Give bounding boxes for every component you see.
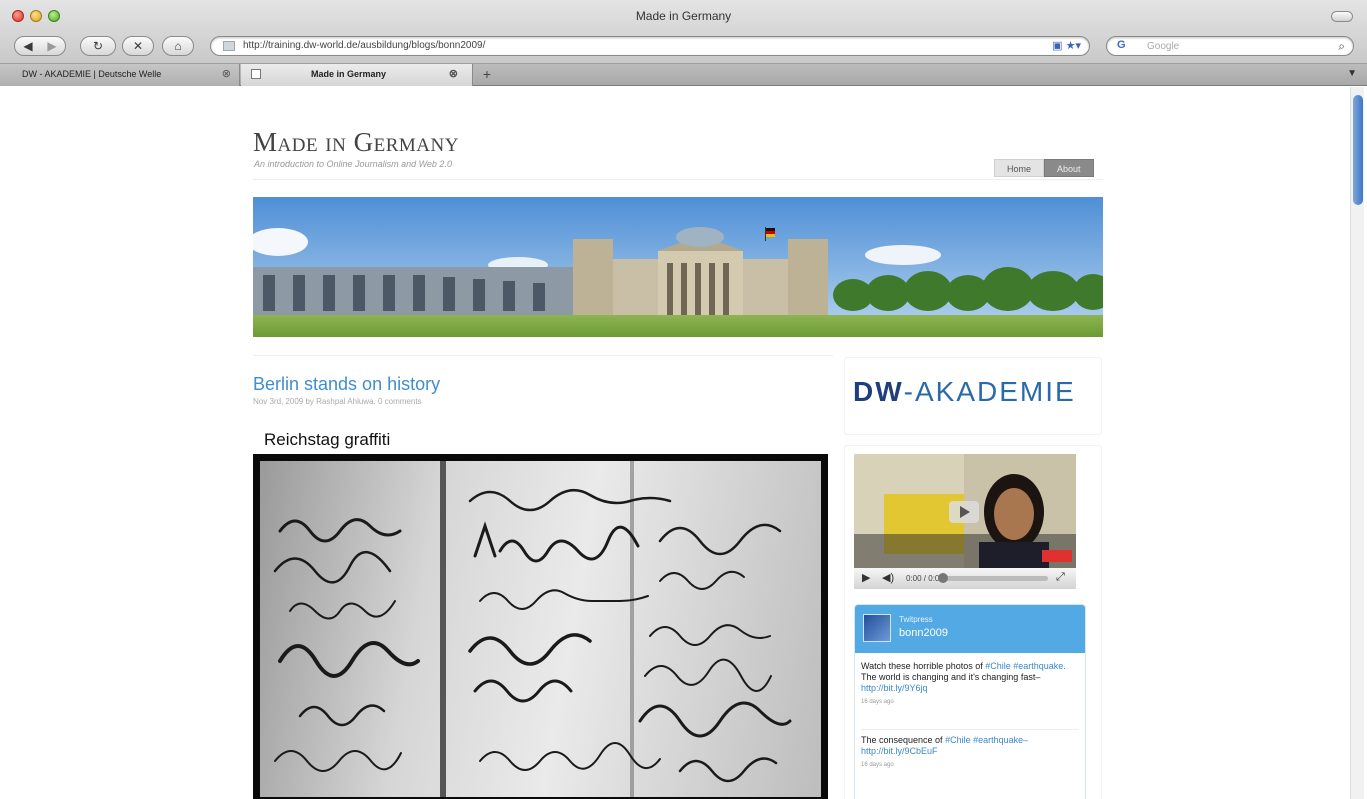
graffiti-photo [260,461,821,797]
tab-dw-akademie[interactable]: DW - AKADEMIE | Deutsche Welle ⊗ [0,64,240,86]
search-field[interactable]: G Google ⌕ [1106,36,1354,56]
play-icon[interactable]: ▶ [862,571,870,584]
dw-logo-part2: -AKADEMIE [903,376,1076,407]
twitter-name: Twitpress [899,615,933,624]
home-button[interactable]: ⌂ [162,36,194,56]
header-divider [253,179,1103,180]
url-text[interactable]: http://training.dw-world.de/ausbildung/b… [243,40,485,51]
tweet-hashtag-link[interactable]: #Chile #earthquake– [945,735,1028,745]
video-controls: ▶ ◀) 0:00 / 0:00 ⤢ [854,568,1076,589]
volume-icon[interactable]: ◀) [882,571,894,584]
tweet-text: Watch these horrible photos of [861,661,986,671]
tab-favicon-icon [251,69,261,79]
window-titlebar: Made in Germany ◀ ▶ ↻ ✕ ⌂ http://training… [0,0,1367,64]
tab-made-in-germany[interactable]: Made in Germany ⊗ [241,64,473,86]
post-content: Berlin stands on history Nov 3rd, 2009 b… [253,355,833,799]
video-seek-handle[interactable] [938,573,948,583]
image-caption: Reichstag graffiti [264,430,391,449]
dw-akademie-logo[interactable]: DW-AKADEMIE [853,376,1076,408]
twitter-header: Twitpress bonn2009 [855,605,1085,653]
tweet-text: The consequence of [861,735,946,745]
post-meta: Nov 3rd, 2009 by Rashpal Ahluwa. 0 comme… [253,397,422,406]
tweet-divider [861,729,1079,730]
post-title-link[interactable]: Berlin stands on history [253,374,440,395]
tab-close-icon[interactable]: ⊗ [222,64,231,85]
new-tab-button[interactable]: + [476,64,498,86]
site-tagline: An introduction to Online Journalism and… [254,159,452,169]
forward-button[interactable]: ▶ [40,37,64,55]
nav-about[interactable]: About [1044,159,1094,177]
tweet-url-link[interactable]: http://bit.ly/9CbEuF [861,746,938,756]
nav-home[interactable]: Home [994,159,1045,177]
graffiti-scribbles [273,461,792,797]
site-favicon-icon [223,41,235,51]
sidebar-logo-box: DW-AKADEMIE [844,357,1102,435]
reichstag-graffiti-image[interactable] [253,454,828,799]
tweet-url-link[interactable]: http://bit.ly/9Y6jq [861,683,928,693]
site-nav: Home About [994,159,1094,177]
tweet-hashtag-link[interactable]: #Chile #earthquake. [985,661,1066,671]
toolbar-toggle-button[interactable] [1331,11,1353,22]
tab-close-icon[interactable]: ⊗ [449,64,458,85]
reload-button[interactable]: ↻ [80,36,116,56]
video-progress-bar[interactable] [938,576,1048,581]
search-placeholder[interactable]: Google [1147,41,1179,52]
reichstag-panorama-image [253,197,1103,337]
header-banner-image [253,197,1103,337]
back-button[interactable]: ◀ [16,37,40,55]
twitter-handle-link[interactable]: bonn2009 [899,627,948,639]
tweet-item: Watch these horrible photos of #Chile #e… [861,661,1079,708]
window-title: Made in Germany [635,9,732,23]
tab-strip: DW - AKADEMIE | Deutsche Welle ⊗ Made in… [0,64,1367,86]
tweet-text: The world is changing and it's changing … [861,672,1041,682]
tab-label: DW - AKADEMIE | Deutsche Welle [22,69,162,79]
scrollbar-thumb[interactable] [1353,95,1363,205]
fullscreen-icon[interactable]: ⤢ [1056,571,1065,584]
video-player[interactable]: ▶ ◀) 0:00 / 0:00 ⤢ [854,454,1076,589]
back-forward-buttons: ◀ ▶ [14,36,66,56]
stop-button[interactable]: ✕ [122,36,154,56]
twitter-widget: Twitpress bonn2009 Watch these horrible … [854,604,1086,799]
video-thumbnail [854,454,1076,568]
rss-bookmark-icon[interactable]: ▣ ★▾ [1052,39,1081,52]
site-title[interactable]: Made in Germany [253,127,459,158]
address-bar[interactable]: http://training.dw-world.de/ausbildung/b… [210,36,1090,56]
search-icon[interactable]: ⌕ [1338,39,1345,54]
page-viewport: Made in Germany An introduction to Onlin… [6,87,1346,799]
sidebar-widgets: ▶ ◀) 0:00 / 0:00 ⤢ Twitpress bonn2009 Wa… [844,445,1102,799]
tweet-time: 16 days ago [861,699,894,705]
tab-label: Made in Germany [311,69,387,79]
tweet-time: 16 days ago [861,762,894,768]
dw-logo-part1: DW [853,376,904,407]
twitter-avatar[interactable] [863,614,891,642]
tweet-item: The consequence of #Chile #earthquake– h… [861,735,1079,771]
tab-overflow-icon[interactable]: ▼ [1347,68,1357,79]
vertical-scrollbar[interactable] [1350,87,1364,799]
google-logo-icon: G [1117,39,1126,51]
